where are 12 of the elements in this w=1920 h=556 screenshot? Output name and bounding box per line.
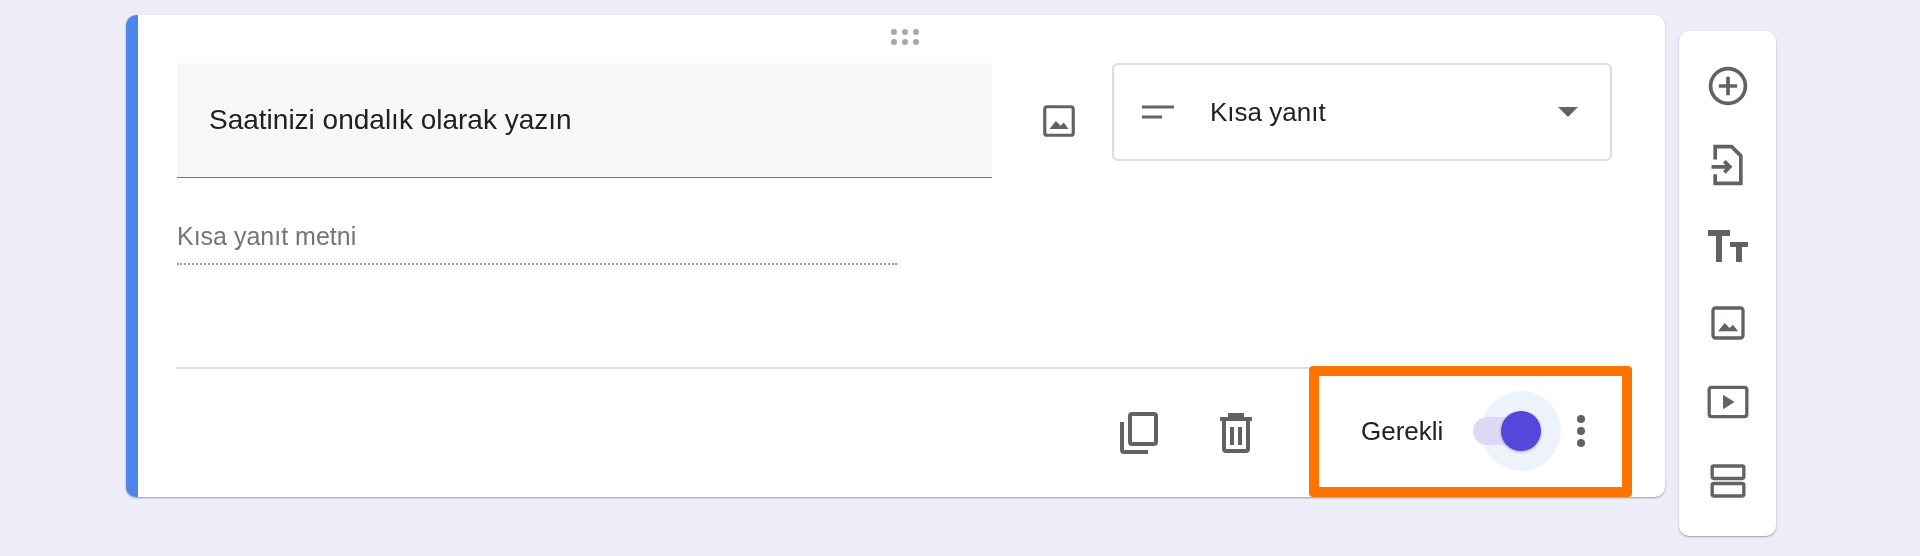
copy-icon bbox=[1120, 412, 1158, 454]
more-icon bbox=[1576, 414, 1587, 448]
question-title-field[interactable]: Saatinizi ondalık olarak yazın bbox=[177, 63, 992, 178]
caret-icon bbox=[1558, 107, 1578, 117]
image-icon bbox=[1040, 102, 1078, 140]
short-answer-field[interactable]: Kısa yanıt metni bbox=[177, 222, 897, 265]
drag-handle-icon[interactable] bbox=[890, 29, 920, 45]
short-text-icon bbox=[1142, 105, 1174, 119]
trash-icon bbox=[1220, 413, 1252, 453]
question-type-dropdown[interactable]: Kısa yanıt bbox=[1112, 63, 1612, 161]
required-label: Gerekli bbox=[1361, 415, 1444, 447]
video-icon bbox=[1705, 383, 1750, 420]
